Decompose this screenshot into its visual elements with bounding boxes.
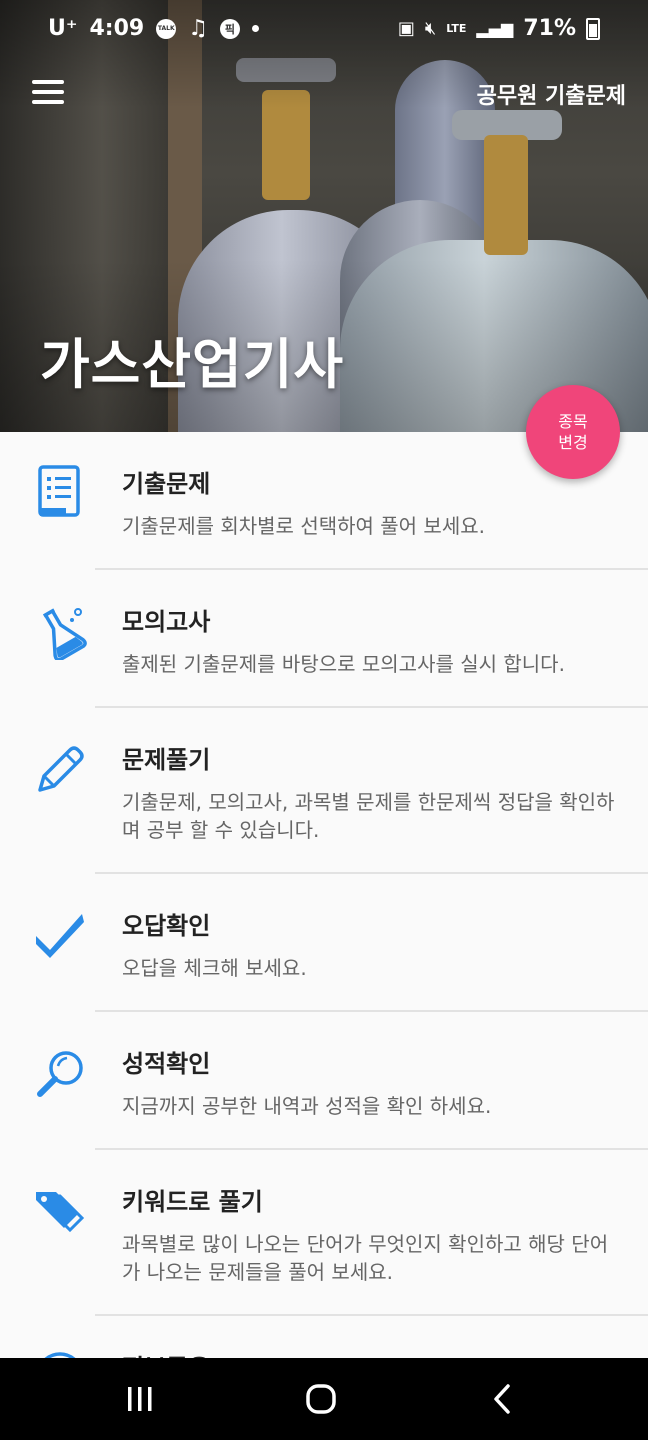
menu-list: 기출문제 기출문제를 회차별로 선택하여 풀어 보세요. 모의고사 출제된 기출… [0, 432, 648, 1358]
home-button[interactable] [291, 1378, 351, 1420]
status-bar: U⁺ 4:09 TALK ♫ 픽 ▣ 🔇︎ LTE ▂▄▆ 71% [0, 0, 648, 58]
subject-title: 가스산업기사 [40, 333, 345, 396]
checkmark-icon [30, 904, 90, 964]
mute-icon: 🔇︎ [424, 18, 437, 39]
menu-item-desc: 출제된 기출문제를 바탕으로 모의고사를 실시 합니다. [122, 652, 565, 676]
flask-icon [30, 602, 90, 662]
menu-item-info-share[interactable]: 정보공유 [0, 1316, 648, 1358]
back-button[interactable] [472, 1378, 532, 1420]
notification-dot-icon [251, 25, 259, 32]
magnifier-icon [30, 1044, 90, 1104]
clock: 4:09 [89, 16, 145, 41]
menu-item-title: 키워드로 풀기 [122, 1188, 263, 1216]
menu-item-desc: 기출문제, 모의고사, 과목별 문제를 한문제씩 정답을 확인하며 공부 할 수… [122, 790, 615, 842]
menu-item-wrong-answers[interactable]: 오답확인 오답을 체크해 보세요. [0, 874, 648, 1012]
carrier-label: U⁺ [48, 16, 78, 41]
hero-banner: U⁺ 4:09 TALK ♫ 픽 ▣ 🔇︎ LTE ▂▄▆ 71% 공무원 기출… [0, 0, 648, 432]
change-subject-button[interactable]: 종목 변경 [526, 385, 620, 479]
save-icon: ▣ [397, 18, 415, 39]
menu-item-scores[interactable]: 성적확인 지금까지 공부한 내역과 성적을 확인 하세요. [0, 1012, 648, 1150]
menu-item-desc: 기출문제를 회차별로 선택하여 풀어 보세요. [122, 514, 485, 538]
app-title: 공무원 기출문제 [476, 84, 626, 109]
fab-label-line1: 종목 [558, 412, 588, 431]
menu-item-keywords[interactable]: 키워드로 풀기 과목별로 많이 나오는 단어가 무엇인지 확인하고 해당 단어가… [0, 1150, 648, 1316]
document-list-icon [30, 462, 90, 522]
share-icon [30, 1346, 90, 1358]
menu-item-title: 기출문제 [122, 470, 211, 498]
talk-icon: TALK [156, 18, 177, 39]
menu-item-solve-questions[interactable]: 문제풀기 기출문제, 모의고사, 과목별 문제를 한문제씩 정답을 확인하며 공… [0, 708, 648, 874]
battery-percent: 71% [523, 16, 576, 41]
pencil-icon [30, 740, 90, 800]
menu-icon[interactable] [32, 80, 64, 104]
menu-item-mock-exam[interactable]: 모의고사 출제된 기출문제를 바탕으로 모의고사를 실시 합니다. [0, 570, 648, 708]
system-nav-bar [0, 1358, 648, 1440]
recent-apps-button[interactable] [110, 1378, 170, 1420]
fab-label-line2: 변경 [558, 433, 588, 452]
network-label: LTE [446, 22, 467, 35]
signal-icon: ▂▄▆ [476, 19, 514, 38]
menu-item-title: 오답확인 [122, 912, 211, 940]
menu-item-title: 모의고사 [122, 608, 211, 636]
music-note-icon: ♫ [188, 16, 208, 41]
menu-item-title: 성적확인 [122, 1050, 211, 1078]
menu-item-desc: 오답을 체크해 보세요. [122, 956, 307, 980]
menu-item-title: 문제풀기 [122, 746, 211, 774]
pick-icon: 픽 [219, 18, 240, 39]
battery-icon [586, 17, 600, 40]
tags-icon [30, 1180, 90, 1240]
menu-item-desc: 과목별로 많이 나오는 단어가 무엇인지 확인하고 해당 단어가 나오는 문제들… [122, 1232, 609, 1284]
menu-item-desc: 지금까지 공부한 내역과 성적을 확인 하세요. [122, 1094, 492, 1118]
menu-item-title: 정보공유 [122, 1348, 210, 1358]
